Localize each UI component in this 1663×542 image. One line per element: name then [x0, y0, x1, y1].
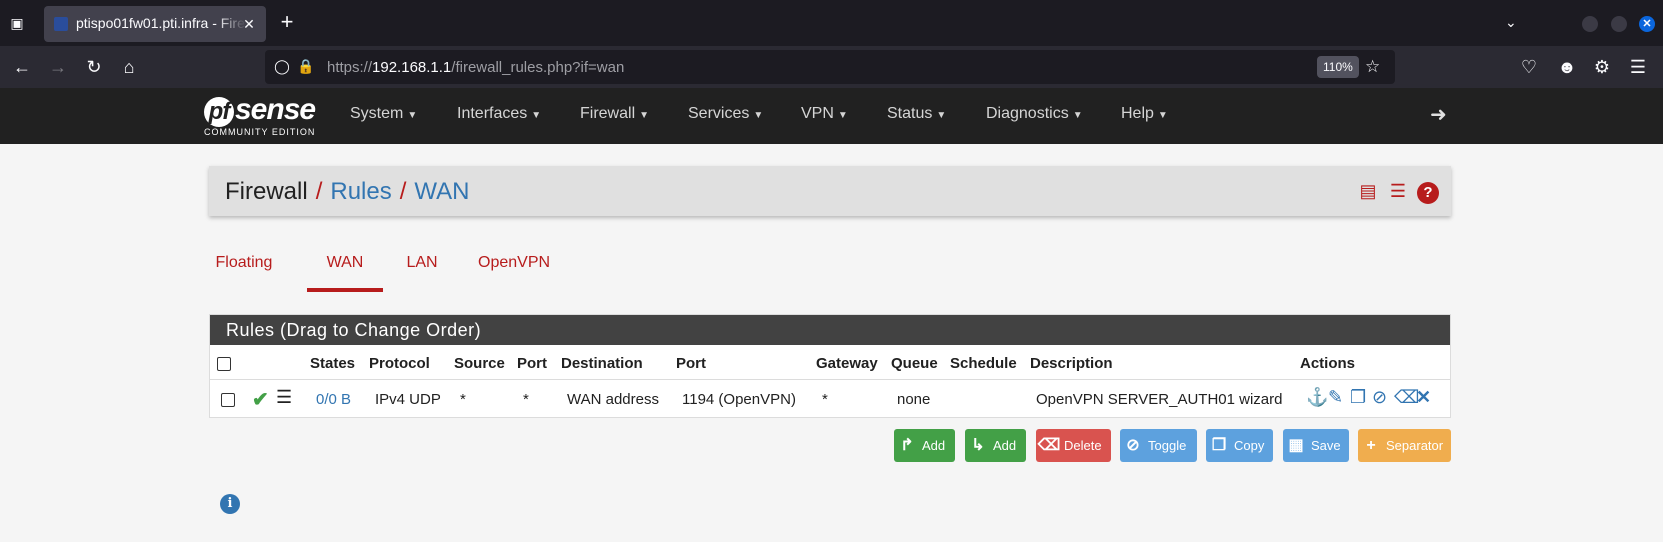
col-source-port: Port: [517, 355, 547, 372]
tab-wan[interactable]: WAN: [307, 248, 383, 292]
url-bar[interactable]: ◯ 🔒 https://192.168.1.1/firewall_rules.p…: [265, 50, 1395, 84]
separator-button[interactable]: + Separator: [1358, 429, 1451, 462]
browser-tab[interactable]: ptispo01fw01.pti.infra - Firewall ✕: [44, 6, 266, 42]
menu-help[interactable]: Help ▼: [1121, 105, 1168, 123]
info-icon[interactable]: i: [220, 494, 240, 514]
cell-description: OpenVPN SERVER_AUTH01 wizard: [1036, 391, 1283, 408]
back-icon[interactable]: ←: [12, 57, 32, 77]
minimize-icon[interactable]: [1582, 16, 1598, 32]
home-icon[interactable]: ⌂: [119, 57, 139, 77]
col-actions: Actions: [1300, 355, 1356, 372]
col-schedule: Schedule: [950, 355, 1017, 372]
copy-icon[interactable]: ❐: [1350, 387, 1366, 408]
clone-icon: ❐: [1211, 437, 1227, 454]
rules-panel-title: Rules (Drag to Change Order): [210, 315, 1450, 345]
anchor-icon[interactable]: ⚓: [1306, 387, 1328, 408]
extensions-icon[interactable]: ⚙: [1592, 57, 1612, 77]
delete-button[interactable]: ⌫ Delete: [1036, 429, 1111, 462]
browser-tab-bar: ▣ ptispo01fw01.pti.infra - Firewall ✕ + …: [0, 0, 1663, 46]
col-source: Source: [454, 355, 505, 372]
breadcrumb-rules[interactable]: Rules: [330, 178, 391, 205]
col-queue: Queue: [891, 355, 938, 372]
col-states: States: [310, 355, 356, 372]
arrow-up-icon: ↱: [900, 437, 914, 454]
toggle-button[interactable]: ⊘ Toggle: [1120, 429, 1197, 462]
menu-interfaces[interactable]: Interfaces ▼: [457, 105, 541, 123]
col-protocol: Protocol: [369, 355, 430, 372]
breadcrumb-panel: Firewall / Rules / WAN ▤ ☰?: [209, 166, 1451, 216]
cell-dest-port: 1194 (OpenVPN): [682, 391, 796, 408]
cell-source: *: [460, 391, 466, 408]
reload-icon[interactable]: ↻: [84, 57, 104, 77]
arrow-down-icon: ↳: [971, 437, 985, 454]
menu-vpn[interactable]: VPN ▼: [801, 105, 848, 123]
floppy-disk-icon: ▦: [1288, 437, 1304, 454]
shield-icon[interactable]: ◯: [273, 58, 291, 76]
add-top-button[interactable]: ↱ Add: [894, 429, 955, 462]
select-all-checkbox[interactable]: [217, 357, 231, 371]
tab-title: ptispo01fw01.pti.infra - Firewall: [76, 15, 246, 33]
logout-icon[interactable]: ➜: [1430, 102, 1447, 127]
breadcrumb-root: Firewall: [225, 178, 308, 205]
save-button[interactable]: ▦ Save: [1283, 429, 1349, 462]
hamburger-menu-icon[interactable]: ☰: [1628, 57, 1648, 77]
window-close-icon[interactable]: ✕: [1639, 16, 1655, 32]
tab-floating[interactable]: Floating: [209, 248, 279, 292]
breadcrumb: Firewall / Rules / WAN: [225, 178, 470, 205]
browser-nav-bar: ← → ↻ ⌂ ◯ 🔒 https://192.168.1.1/firewall…: [0, 46, 1663, 88]
pocket-icon[interactable]: ♡: [1519, 57, 1539, 77]
menu-diagnostics[interactable]: Diagnostics ▼: [986, 105, 1083, 123]
cell-protocol: IPv4 UDP: [375, 391, 441, 408]
pfsense-logo[interactable]: pf sense COMMUNITY EDITION: [204, 93, 322, 139]
url-text[interactable]: https://192.168.1.1/firewall_rules.php?i…: [327, 59, 624, 76]
col-gateway: Gateway: [816, 355, 878, 372]
cell-gateway: *: [822, 391, 828, 408]
pass-check-icon[interactable]: ✔: [252, 387, 269, 412]
new-tab-icon[interactable]: +: [276, 11, 298, 34]
cell-destination: WAN address: [567, 391, 659, 408]
breadcrumb-wan[interactable]: WAN: [414, 178, 469, 205]
menu-status[interactable]: Status ▼: [887, 105, 946, 123]
edit-pencil-icon[interactable]: ✎: [1328, 387, 1343, 408]
copy-button[interactable]: ❐ Copy: [1206, 429, 1273, 462]
maximize-icon[interactable]: [1611, 16, 1627, 32]
rules-panel: Rules (Drag to Change Order) States Prot…: [209, 314, 1451, 418]
help-icon[interactable]: ?: [1417, 182, 1439, 204]
edition-label: COMMUNITY EDITION: [204, 127, 316, 137]
chart-icon[interactable]: ▤: [1357, 180, 1379, 202]
add-bottom-button[interactable]: ↳ Add: [965, 429, 1026, 462]
account-icon[interactable]: ☻: [1557, 57, 1577, 77]
disable-icon[interactable]: ⊘: [1372, 387, 1387, 408]
favicon-icon: [54, 17, 68, 31]
tab-close-icon[interactable]: ✕: [240, 15, 258, 33]
row-checkbox[interactable]: [221, 393, 235, 407]
col-destination: Destination: [561, 355, 643, 372]
pfsense-header: pf sense COMMUNITY EDITION System ▼ Interf…: [0, 88, 1663, 144]
tab-list-icon[interactable]: ▣: [8, 14, 26, 32]
bookmark-star-icon[interactable]: ☆: [1365, 57, 1380, 77]
plus-icon: +: [1366, 437, 1376, 454]
ban-icon: ⊘: [1126, 437, 1140, 454]
menu-system[interactable]: System ▼: [350, 105, 417, 123]
tab-openvpn[interactable]: OpenVPN: [478, 248, 550, 292]
lock-icon[interactable]: 🔒: [297, 58, 315, 76]
col-dest-port: Port: [676, 355, 706, 372]
menu-services[interactable]: Services ▼: [688, 105, 763, 123]
cell-queue: none: [897, 391, 931, 408]
trash-icon: ⌫: [1037, 437, 1061, 454]
list-all-tabs-icon[interactable]: ⌄: [1505, 14, 1517, 31]
forward-icon[interactable]: →: [48, 57, 68, 77]
tasks-icon[interactable]: ☰: [276, 387, 292, 408]
cell-states[interactable]: 0/0 B: [316, 391, 351, 408]
tab-lan[interactable]: LAN: [405, 248, 439, 292]
delete-x-icon[interactable]: ✕: [1416, 387, 1431, 408]
cell-source-port: *: [523, 391, 529, 408]
log-list-icon[interactable]: ☰: [1387, 180, 1409, 202]
col-description: Description: [1030, 355, 1113, 372]
zoom-indicator[interactable]: 110%: [1317, 56, 1359, 78]
menu-firewall[interactable]: Firewall ▼: [580, 105, 649, 123]
